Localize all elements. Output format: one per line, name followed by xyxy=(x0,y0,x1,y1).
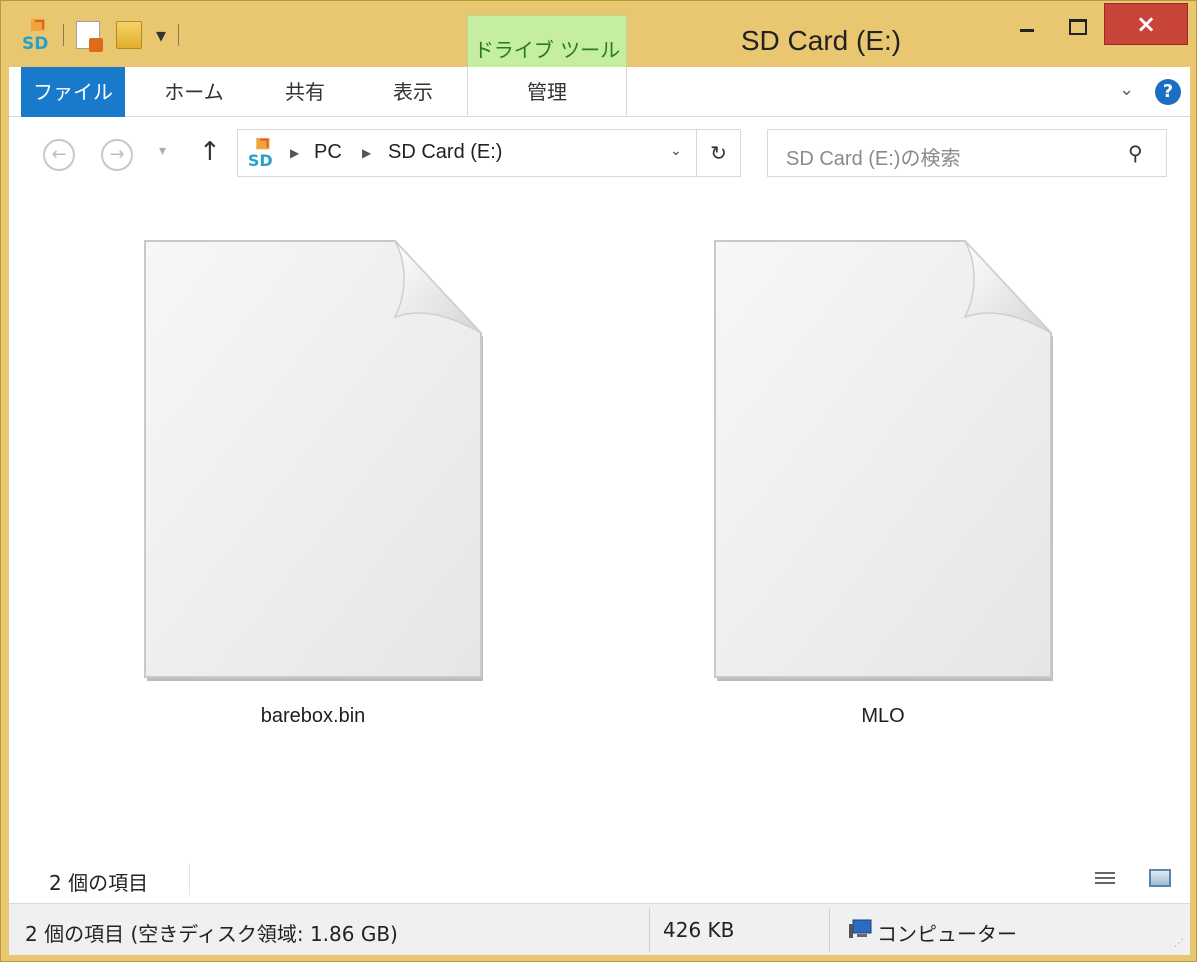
address-history-icon[interactable]: ⌄ xyxy=(670,143,682,159)
status-location: コンピューター xyxy=(877,922,1017,946)
blank-file-icon[interactable] xyxy=(133,237,493,683)
svg-text:SD: SD xyxy=(22,34,48,52)
file-name[interactable]: MLO xyxy=(703,705,1063,728)
back-button[interactable]: ← xyxy=(43,139,75,171)
breadcrumb-pc[interactable]: PC xyxy=(314,141,342,164)
up-button[interactable]: ↑ xyxy=(199,137,221,167)
search-placeholder[interactable]: SD Card (E:)の検索 xyxy=(786,142,960,171)
expand-ribbon-icon[interactable]: ⌄ xyxy=(1119,79,1134,100)
sd-card-icon: SD xyxy=(248,137,273,169)
tab-file[interactable]: ファイル xyxy=(21,67,125,117)
breadcrumb-arrow-icon[interactable]: ▶ xyxy=(290,146,299,160)
divider xyxy=(189,863,190,895)
minimize-button[interactable] xyxy=(1006,9,1048,47)
status-summary: 2 個の項目 (空きディスク領域: 1.86 GB) xyxy=(25,922,398,946)
tab-home[interactable]: ホーム xyxy=(149,67,239,117)
forward-button[interactable]: → xyxy=(101,139,133,171)
divider xyxy=(829,908,830,952)
drive-tools-tab[interactable]: ドライブ ツール xyxy=(467,15,627,67)
details-view-icon[interactable] xyxy=(1095,869,1115,889)
breadcrumb-sd-card[interactable]: SD Card (E:) xyxy=(388,141,502,164)
customize-toolbar-icon[interactable]: ▾ xyxy=(156,23,166,47)
properties-icon[interactable] xyxy=(76,21,103,52)
window-title: SD Card (E:) xyxy=(740,25,902,56)
quick-access-toolbar: SD ▾ xyxy=(21,15,191,55)
new-folder-icon[interactable] xyxy=(116,21,142,49)
status-bar: 2 個の項目 (空きディスク領域: 1.86 GB) 426 KB コンピュータ… xyxy=(9,903,1190,955)
title-bar: SD ▾ ドライブ ツール SD Card (E:) × xyxy=(1,1,1196,67)
maximize-button[interactable] xyxy=(1055,9,1099,47)
file-name[interactable]: barebox.bin xyxy=(133,705,493,728)
search-box[interactable]: SD Card (E:)の検索 ⚲ xyxy=(767,129,1167,177)
ribbon-tab-bar: ファイル ホーム 共有 表示 管理 ⌄ ? xyxy=(9,67,1190,117)
help-icon[interactable]: ? xyxy=(1155,79,1181,105)
explorer-window: SD ▾ ドライブ ツール SD Card (E:) × ファイル ホーム 共有… xyxy=(0,0,1197,962)
large-icons-view-icon[interactable] xyxy=(1149,869,1171,887)
svg-text:SD: SD xyxy=(248,151,273,169)
close-button[interactable]: × xyxy=(1104,3,1188,45)
divider xyxy=(649,908,650,952)
sd-card-icon[interactable]: SD xyxy=(21,18,51,52)
file-list-view[interactable]: barebox.bin MLO 2 個の項目 xyxy=(9,189,1190,903)
tab-manage[interactable]: 管理 xyxy=(467,67,627,117)
search-icon[interactable]: ⚲ xyxy=(1128,141,1143,165)
navigation-bar: ← → ▾ ↑ SD ▶ PC ▶ SD Card (E:) ⌄ ↻ SD Ca… xyxy=(9,117,1190,189)
tab-share[interactable]: 共有 xyxy=(265,67,345,117)
blank-file-icon[interactable] xyxy=(703,237,1063,683)
resize-grip-icon[interactable]: ⋰ xyxy=(1174,938,1184,949)
address-bar[interactable]: SD ▶ PC ▶ SD Card (E:) ⌄ xyxy=(237,129,697,177)
refresh-button[interactable]: ↻ xyxy=(697,129,741,177)
computer-icon xyxy=(849,919,872,938)
breadcrumb-arrow-icon[interactable]: ▶ xyxy=(362,146,371,160)
status-size: 426 KB xyxy=(663,918,735,942)
item-count: 2 個の項目 xyxy=(49,871,149,895)
tab-view[interactable]: 表示 xyxy=(373,67,453,117)
recent-locations-icon[interactable]: ▾ xyxy=(159,143,166,159)
toolbar-separator xyxy=(63,24,64,46)
toolbar-separator xyxy=(178,24,180,46)
